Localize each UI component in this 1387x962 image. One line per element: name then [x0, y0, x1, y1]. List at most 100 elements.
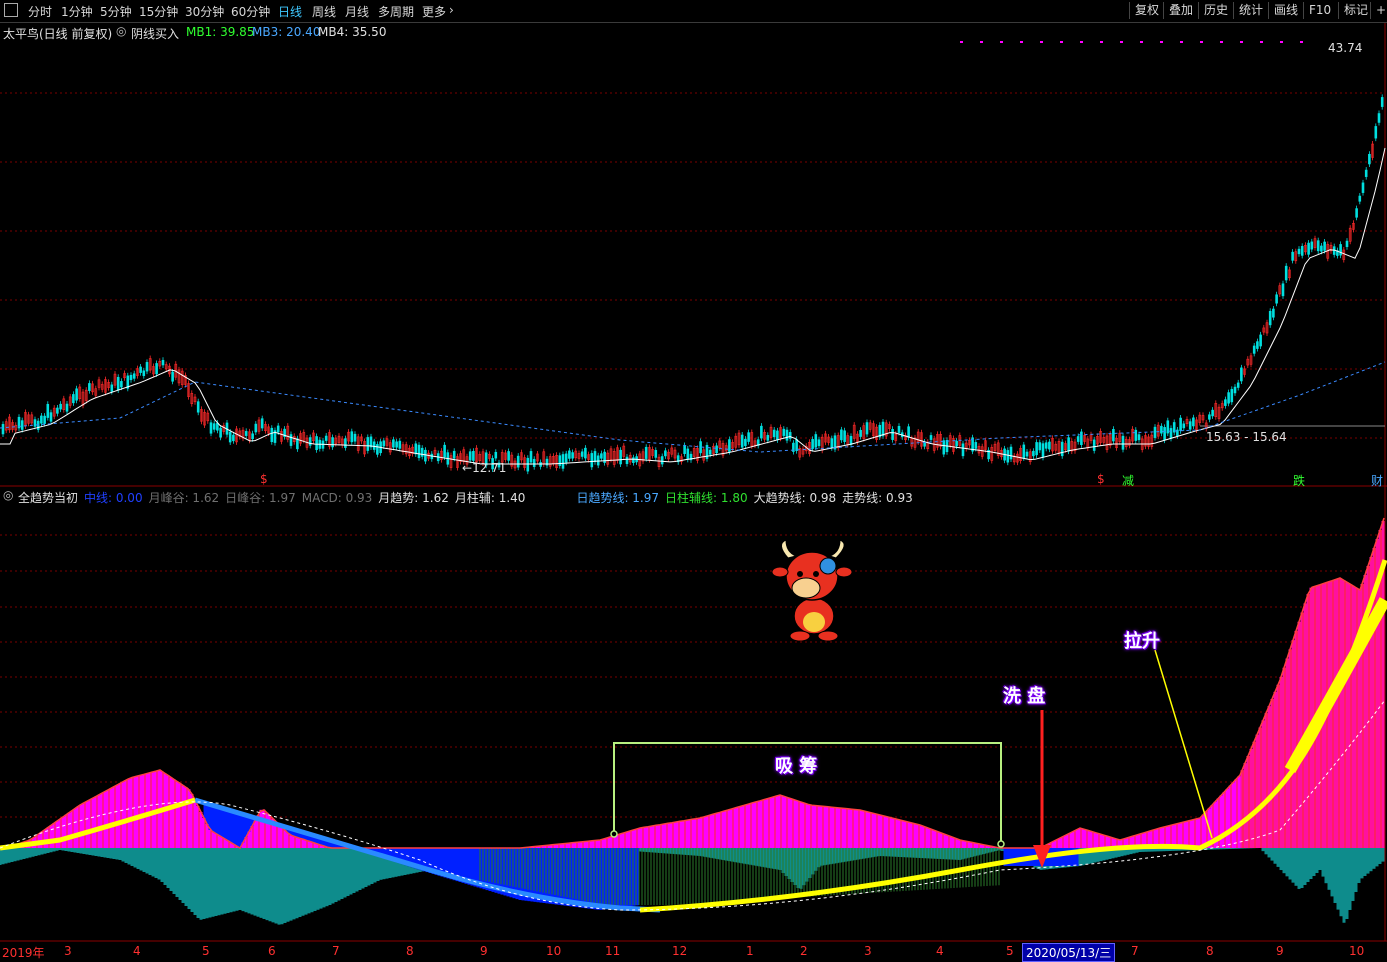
candle-body [1256, 341, 1259, 349]
x-axis-tick: 10 [546, 944, 562, 958]
candle-body [353, 433, 357, 442]
candle-body [785, 429, 789, 441]
signal-dot [1200, 41, 1203, 43]
annotation-accumulate: 吸 筹 [775, 756, 818, 777]
signal-dot [1100, 41, 1103, 43]
candle-body [580, 451, 584, 457]
candle-body [590, 453, 594, 468]
candle-body [1284, 265, 1288, 281]
candle-body [1300, 246, 1304, 256]
x-axis-tick: 2019年 [2, 946, 45, 960]
candle-body [228, 431, 232, 443]
candle-body [1339, 244, 1342, 256]
sub-indicator-toggle-icon[interactable]: ◎ [3, 488, 13, 502]
event-marker[interactable]: 跌 [1293, 472, 1305, 489]
candle-body [507, 451, 510, 461]
x-axis-tick: 3 [64, 944, 72, 958]
x-axis-tick: 5 [202, 944, 210, 958]
range-label: 15.63 - 15.64 [1206, 430, 1287, 444]
candle-body [1358, 195, 1362, 202]
candle-body [1374, 126, 1378, 139]
x-axis-tick: 3 [864, 944, 872, 958]
candle-body [600, 453, 603, 459]
sub-indicator-legend: 中线: 0.00 月峰谷: 1.62 日峰谷: 1.97 MACD: 0.93 月趋势:… [84, 489, 919, 506]
candle-body [1368, 153, 1371, 165]
legend-item: MACD: 0.93 [301, 491, 373, 505]
legend-item: 月趋势: 1.62 [378, 491, 449, 505]
x-axis-tick: 4 [133, 944, 141, 958]
event-marker[interactable]: 减 [1122, 472, 1134, 489]
candle-body [65, 403, 69, 412]
candle-body [75, 388, 78, 401]
candle-body [376, 444, 379, 455]
sub-indicator-name[interactable]: 全趋势当初 [18, 489, 78, 506]
candle-body [315, 436, 318, 451]
candle-body [897, 426, 901, 433]
candle-body [644, 446, 648, 459]
candle-body [145, 362, 149, 372]
candle-body [1169, 428, 1173, 439]
candle-body [1320, 245, 1323, 252]
candle-body [830, 438, 834, 449]
signal-dot [1280, 41, 1283, 43]
signal-dot [1000, 41, 1003, 43]
candle-body [1323, 241, 1326, 251]
candle-body [1236, 382, 1240, 388]
candle-body [344, 438, 347, 448]
lift-pointer [1154, 649, 1213, 839]
candle-body [859, 429, 862, 437]
candle-body [1041, 443, 1045, 458]
x-axis-tick: 1 [746, 944, 754, 958]
candle-body [840, 429, 843, 441]
candle-body [1006, 450, 1010, 463]
signal-dot [1300, 41, 1303, 43]
candle-body [907, 426, 910, 438]
candle-body [795, 439, 798, 451]
candle-body [1092, 439, 1096, 451]
x-axis-tick: 8 [1206, 944, 1214, 958]
signal-dot [1240, 41, 1243, 43]
candle-body [1230, 389, 1234, 403]
candle-body [660, 456, 664, 465]
bracket-end [610, 830, 618, 838]
candle-body [974, 442, 978, 449]
candle-body [929, 435, 933, 440]
candle-body [56, 407, 59, 414]
candle-body [392, 439, 395, 448]
candle-body [584, 447, 587, 459]
x-axis-tick: 10 [1349, 944, 1365, 958]
candle-body [683, 445, 686, 454]
candle-body [72, 394, 75, 404]
legend-item: 大趋势线: 0.98 [753, 491, 837, 505]
trend-outline [0, 517, 1385, 850]
candle-body [1, 424, 5, 435]
candle-body [155, 363, 158, 375]
candle-body [254, 423, 258, 433]
candle-body [1048, 441, 1051, 450]
candle-body [526, 457, 530, 472]
cursor-date-box: 2020/05/13/三 [1022, 943, 1116, 962]
x-axis-tick: 8 [406, 944, 414, 958]
candle-body [1364, 169, 1368, 177]
candle-body [849, 436, 853, 445]
candle-body [260, 418, 264, 429]
candle-body [891, 429, 894, 440]
candle-body [142, 370, 146, 376]
event-marker[interactable]: $ [1097, 472, 1105, 486]
x-axis-tick: 2 [800, 944, 808, 958]
candle-body [961, 443, 965, 457]
candle-body [1153, 426, 1157, 438]
candle-body [308, 437, 312, 446]
candle-body [1192, 417, 1195, 427]
candle-body [740, 434, 744, 448]
event-marker[interactable]: $ [260, 472, 268, 486]
candle-body [270, 427, 274, 443]
legend-item: 日峰谷: 1.97 [225, 491, 296, 505]
signal-dot [980, 41, 983, 43]
price-chart[interactable] [0, 0, 1387, 960]
event-marker[interactable]: 财 [1371, 472, 1383, 489]
candle-body [276, 425, 280, 433]
candle-body [350, 431, 354, 443]
candle-body [161, 359, 165, 366]
candle-body [1134, 429, 1138, 441]
